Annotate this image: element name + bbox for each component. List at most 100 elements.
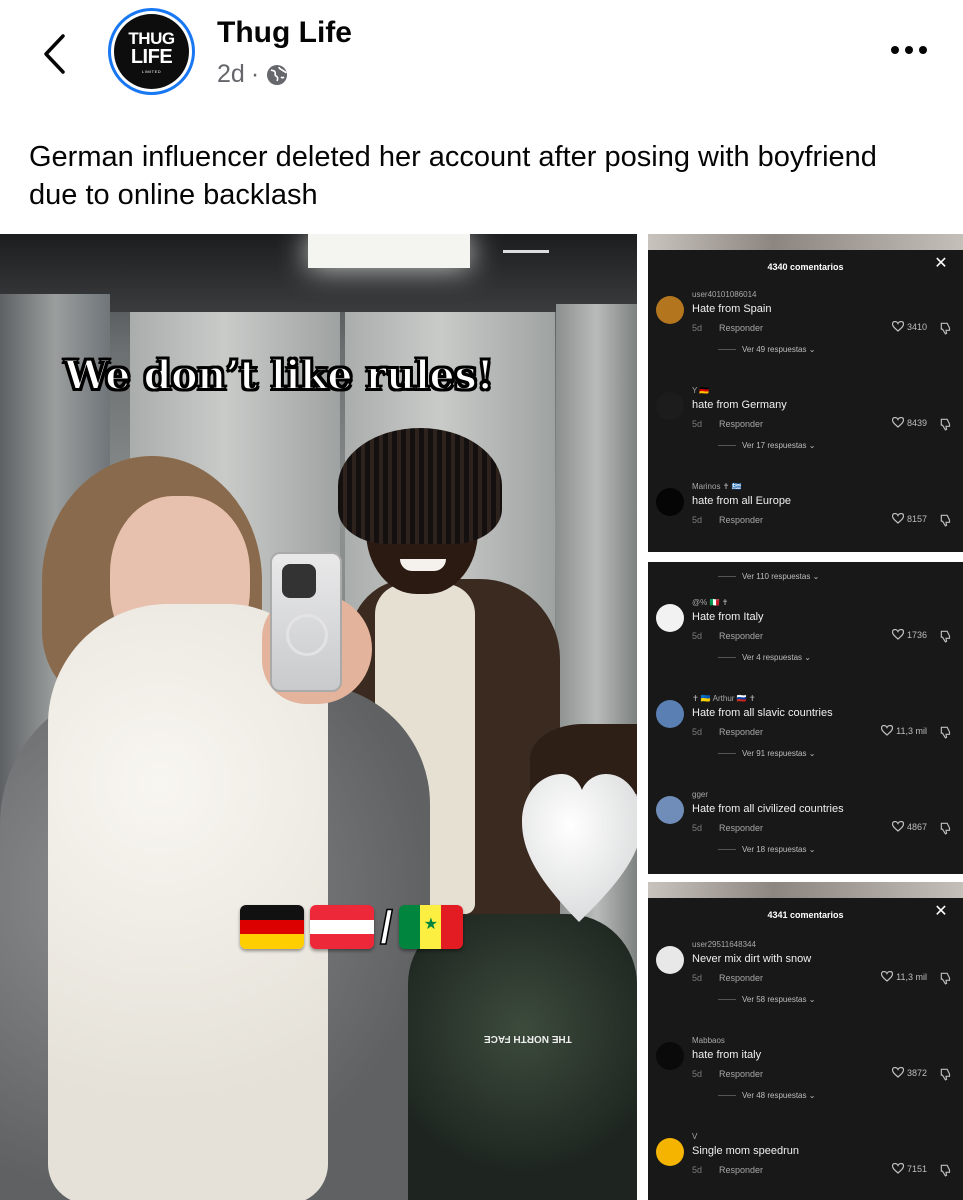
comment-username[interactable]: Y 🇩🇪: [692, 386, 709, 395]
dislike-icon[interactable]: [939, 725, 953, 739]
view-replies-link[interactable]: Ver 4 respuestas ⌄: [718, 653, 811, 662]
post-photo[interactable]: THE NORTH FACE We don’t like rules! / ★: [0, 234, 637, 1200]
photo-strip: [648, 234, 963, 250]
comment-text: hate from Germany: [692, 399, 787, 411]
dislike-icon[interactable]: [939, 1163, 953, 1177]
senegal-flag-icon: ★: [398, 905, 463, 949]
logo-line1: THUG: [128, 28, 175, 48]
logo-line2: LIFE: [130, 45, 173, 68]
comments-count: 4341 comentarios: [767, 910, 844, 920]
like-count: 8157: [906, 513, 927, 524]
flags-row: / ★: [240, 901, 463, 953]
dislike-icon[interactable]: [939, 321, 953, 335]
heart-outline-icon: [891, 513, 904, 524]
commenter-avatar[interactable]: [656, 1042, 684, 1070]
like-button[interactable]: 8439: [891, 417, 927, 428]
post-time[interactable]: 2d: [217, 60, 245, 89]
like-button[interactable]: 11,3 mil: [881, 971, 927, 982]
post-meta: 2d ·: [217, 60, 289, 89]
thug-life-logo: THUG LIFE LIMITED: [114, 14, 189, 89]
comment-username[interactable]: V: [692, 1132, 697, 1141]
comment-item: gger Hate from all civilized countries 5…: [648, 790, 963, 862]
post-header: THUG LIFE LIMITED Thug Life 2d ·: [0, 0, 963, 122]
dislike-icon[interactable]: [939, 629, 953, 643]
heart-outline-icon: [881, 971, 894, 982]
reply-button[interactable]: Responder: [719, 515, 763, 525]
close-icon[interactable]: ✕: [931, 902, 951, 922]
comment-username[interactable]: user29511648344: [692, 940, 756, 949]
view-replies-link[interactable]: Ver 48 respuestas ⌄: [718, 1091, 815, 1100]
germany-flag-icon: [240, 905, 304, 949]
comment-username[interactable]: @% 🇮🇹 ✝: [692, 598, 728, 607]
commenter-avatar[interactable]: [656, 700, 684, 728]
commenter-avatar[interactable]: [656, 1138, 684, 1166]
reply-button[interactable]: Responder: [719, 1069, 763, 1079]
like-count: 8439: [906, 417, 927, 428]
commenter-avatar[interactable]: [656, 796, 684, 824]
commenter-avatar[interactable]: [656, 296, 684, 324]
comment-username[interactable]: Marinos ✝ 🇬🇷: [692, 482, 742, 491]
more-options-button[interactable]: [885, 38, 933, 62]
dislike-icon[interactable]: [939, 513, 953, 527]
comment-item: Mabbaos hate from italy 5d Responder 387…: [648, 1036, 963, 1108]
comments-screenshot-1: 4340 comentarios ✕ user40101086014 Hate …: [648, 234, 963, 552]
page-avatar[interactable]: THUG LIFE LIMITED: [108, 8, 195, 95]
comment-item: @% 🇮🇹 ✝ Hate from Italy 5d Responder 173…: [648, 598, 963, 670]
view-replies-link[interactable]: Ver 58 respuestas ⌄: [718, 995, 815, 1004]
page-name[interactable]: Thug Life: [217, 16, 352, 50]
view-replies-link[interactable]: Ver 91 respuestas ⌄: [718, 749, 815, 758]
commenter-avatar[interactable]: [656, 946, 684, 974]
like-button[interactable]: 8157: [891, 513, 927, 524]
comment-time: 5d: [692, 631, 703, 641]
smartphone: [270, 552, 342, 692]
commenter-avatar[interactable]: [656, 488, 684, 516]
dislike-icon[interactable]: [939, 971, 953, 985]
view-replies-link[interactable]: Ver 49 respuestas ⌄: [718, 345, 815, 354]
comment-username[interactable]: user40101086014: [692, 290, 757, 299]
dislike-icon[interactable]: [939, 1067, 953, 1081]
view-replies-link[interactable]: Ver 18 respuestas ⌄: [718, 845, 815, 854]
globe-icon: [267, 64, 288, 85]
reply-button[interactable]: Responder: [719, 631, 763, 641]
phone-magsafe-ring: [286, 614, 328, 656]
dislike-icon[interactable]: [939, 417, 953, 431]
dot: [905, 46, 913, 54]
back-button[interactable]: [34, 30, 74, 78]
commenter-avatar[interactable]: [656, 392, 684, 420]
like-button[interactable]: 1736: [891, 629, 927, 640]
reply-button[interactable]: Responder: [719, 973, 763, 983]
comment-time: 5d: [692, 515, 703, 525]
like-count: 3410: [906, 321, 927, 332]
comment-text: hate from italy: [692, 1049, 762, 1061]
view-replies-link[interactable]: Ver 17 respuestas ⌄: [718, 441, 815, 450]
like-button[interactable]: 4867: [891, 821, 927, 832]
reply-button[interactable]: Responder: [719, 727, 763, 737]
close-icon[interactable]: ✕: [931, 254, 951, 274]
reply-button[interactable]: Responder: [719, 1165, 763, 1175]
commenter-avatar[interactable]: [656, 604, 684, 632]
comment-username[interactable]: Mabbaos: [692, 1036, 725, 1045]
like-button[interactable]: 11,3 mil: [881, 725, 927, 736]
like-button[interactable]: 3410: [891, 321, 927, 332]
reply-button[interactable]: Responder: [719, 419, 763, 429]
flags-separator: /: [379, 901, 393, 953]
reply-button[interactable]: Responder: [719, 323, 763, 333]
chevron-left-icon: [44, 34, 65, 74]
comment-username[interactable]: ✝ 🇺🇦 Arthur 🇷🇺 ✝: [692, 694, 756, 703]
like-button[interactable]: 7151: [891, 1163, 927, 1174]
heart-outline-icon: [891, 1067, 904, 1078]
dislike-icon[interactable]: [939, 821, 953, 835]
overlay-caption: We don’t like rules!: [63, 351, 495, 400]
comment-text: Hate from all civilized countries: [692, 803, 844, 815]
north-face-logo: THE NORTH FACE: [484, 1033, 572, 1044]
like-button[interactable]: 3872: [891, 1067, 927, 1078]
dot: [891, 46, 899, 54]
like-count: 11,3 mil: [896, 725, 927, 736]
view-replies-link[interactable]: Ver 110 respuestas ⌄: [718, 572, 819, 581]
comment-item: ✝ 🇺🇦 Arthur 🇷🇺 ✝ Hate from all slavic co…: [648, 694, 963, 766]
reply-button[interactable]: Responder: [719, 823, 763, 833]
comment-username[interactable]: gger: [692, 790, 708, 799]
comment-time: 5d: [692, 727, 703, 737]
comment-item: V Single mom speedrun 5d Responder 7151: [648, 1132, 963, 1200]
comment-text: Single mom speedrun: [692, 1145, 800, 1157]
